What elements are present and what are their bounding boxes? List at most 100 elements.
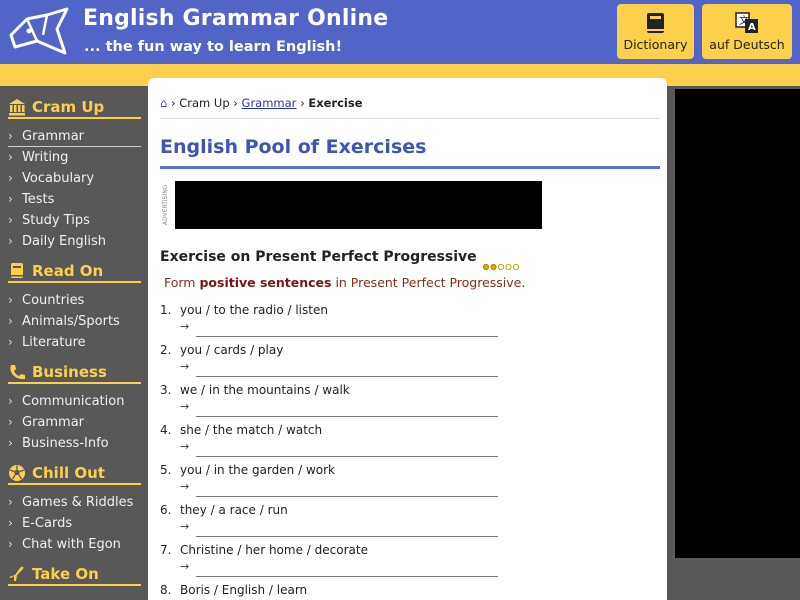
difficulty-dot-empty [505, 263, 512, 271]
site-title[interactable]: English Grammar Online [83, 6, 388, 31]
sidebar-section-chill-out[interactable]: Chill Out [8, 463, 141, 485]
sidebar-section-take-on[interactable]: Take On [8, 564, 141, 586]
sidebar-item-countries[interactable]: › Countries [8, 290, 141, 311]
answer-input[interactable] [196, 441, 498, 457]
ad-label: ADVERTISING [162, 184, 169, 226]
main-content: ⌂ › Cram Up › Grammar › Exercise English… [148, 78, 667, 600]
sidebar-item-literature[interactable]: › Literature [8, 332, 141, 353]
question-item: 5. you / in the garden / work → [160, 463, 520, 501]
answer-input[interactable] [196, 401, 498, 417]
breadcrumb-divider [160, 118, 660, 119]
chevron-right-icon: › [8, 293, 13, 307]
sidebar-section-title: Cram Up [32, 98, 105, 116]
instruction-suffix: in Present Perfect Progressive. [331, 275, 526, 290]
question-prompt: she / the match / watch [180, 423, 323, 437]
dictionary-button[interactable]: Dictionary [617, 4, 694, 59]
sidebar-item-label: Games & Riddles [22, 495, 134, 510]
sidebar-item-tests[interactable]: › Tests [8, 189, 141, 210]
answer-input[interactable] [196, 561, 498, 577]
question-item: 3. we / in the mountains / walk → [160, 383, 520, 421]
answer-input[interactable] [196, 481, 498, 497]
sidebar-item-grammar[interactable]: › Grammar [8, 126, 141, 147]
sidebar-section-title: Business [32, 363, 107, 381]
soccer-ball-icon [8, 464, 26, 482]
answer-input[interactable] [196, 321, 498, 337]
arrow-icon: → [180, 360, 190, 373]
difficulty-dot-empty [497, 263, 505, 271]
sidebar-item-label: Tests [22, 192, 55, 207]
sidebar-item-daily-english[interactable]: › Daily English [8, 231, 141, 252]
answer-input[interactable] [196, 361, 498, 377]
sidebar-section-title: Take On [32, 565, 99, 583]
chevron-right-icon: › [8, 436, 13, 450]
sidebar-item-label: Countries [22, 293, 85, 308]
question-item: 8.Boris / English / learn→ [160, 583, 520, 600]
sidebar-section-title: Read On [32, 262, 104, 280]
answer-input[interactable] [196, 521, 498, 537]
difficulty-dot-filled [490, 263, 497, 271]
chevron-right-icon: › [8, 150, 13, 164]
sidebar-item-animals-sports[interactable]: › Animals/Sports [8, 311, 141, 332]
sidebar-item-communication[interactable]: › Communication [8, 391, 141, 412]
book-icon [8, 262, 26, 280]
question-item: 7. Christine / her home / decorate → [160, 543, 520, 581]
sidebar-item-e-cards[interactable]: › E-Cards [8, 513, 141, 534]
sidebar-section-business[interactable]: Business [8, 362, 141, 384]
question-number: 7. [160, 543, 172, 557]
question-item: 2. you / cards / play → [160, 343, 520, 381]
chevron-right-icon: › [8, 415, 13, 429]
arrow-icon: → [180, 520, 190, 533]
chevron-right-icon: › [8, 213, 13, 227]
breadcrumb-item-grammar[interactable]: Grammar [242, 96, 297, 110]
site-header: English Grammar Online ... the fun way t… [0, 0, 800, 64]
exercise-title: Exercise on Present Perfect Progressive [160, 249, 477, 265]
home-icon[interactable]: ⌂ [160, 96, 167, 110]
sidebar-item-label: Vocabulary [22, 171, 95, 186]
sidebar-item-business-info[interactable]: › Business-Info [8, 433, 141, 454]
question-item: 6. they / a race / run → [160, 503, 520, 541]
chevron-right-icon: › [8, 192, 13, 206]
svg-text:A: A [748, 22, 756, 33]
chevron-right-icon: › [8, 234, 13, 248]
breadcrumb-item-cram-up[interactable]: Cram Up [179, 96, 229, 110]
advertisement[interactable] [175, 181, 542, 229]
arrow-icon: → [180, 400, 190, 413]
sidebar-section-read-on[interactable]: Read On [8, 261, 141, 283]
sidebar-section-title: Chill Out [32, 464, 105, 482]
sidebar-item-label: Animals/Sports [22, 314, 120, 329]
chevron-right-icon: › [8, 394, 13, 408]
breadcrumb-separator: › [233, 96, 242, 110]
question-prompt: Christine / her home / decorate [180, 543, 368, 557]
sidebar-item-writing[interactable]: › Writing [8, 147, 141, 168]
sidebar-item-label: Daily English [22, 234, 106, 249]
sidebar-item-study-tips[interactable]: › Study Tips [8, 210, 141, 231]
sidebar-item-label: Grammar [22, 129, 85, 144]
logo-icon[interactable] [7, 7, 71, 57]
breadcrumb-item-current: Exercise [308, 96, 363, 110]
sidebar-item-chat-with-egon[interactable]: › Chat with Egon [8, 534, 141, 555]
right-advertisement[interactable] [675, 89, 800, 558]
german-version-button[interactable]: 文 A auf Deutsch [702, 4, 792, 59]
sidebar-item-games-riddles[interactable]: › Games & Riddles [8, 492, 141, 513]
sidebar-item-vocabulary[interactable]: › Vocabulary [8, 168, 141, 189]
question-number: 1. [160, 303, 172, 317]
chevron-right-icon: › [8, 171, 13, 185]
site-subtitle: ... the fun way to learn English! [84, 39, 343, 55]
question-prompt: you / to the radio / listen [180, 303, 328, 317]
arrow-icon: → [180, 480, 190, 493]
sidebar-item-label: Communication [22, 394, 125, 409]
difficulty-rating [482, 256, 522, 271]
question-prompt: they / a race / run [180, 503, 288, 517]
german-version-label: auf Deutsch [709, 37, 785, 52]
arrow-icon: → [180, 440, 190, 453]
translate-icon: 文 A [734, 11, 760, 35]
instruction-prefix: Form [164, 275, 200, 290]
question-number: 3. [160, 383, 172, 397]
breadcrumb: ⌂ › Cram Up › Grammar › Exercise [160, 96, 363, 110]
sidebar-item-label: Writing [22, 150, 69, 165]
dictionary-label: Dictionary [623, 37, 688, 52]
difficulty-dot-filled [482, 263, 490, 271]
sidebar-section-cram-up[interactable]: Cram Up [8, 97, 141, 119]
sidebar-item-business-grammar[interactable]: › Grammar [8, 412, 141, 433]
question-number: 2. [160, 343, 172, 357]
